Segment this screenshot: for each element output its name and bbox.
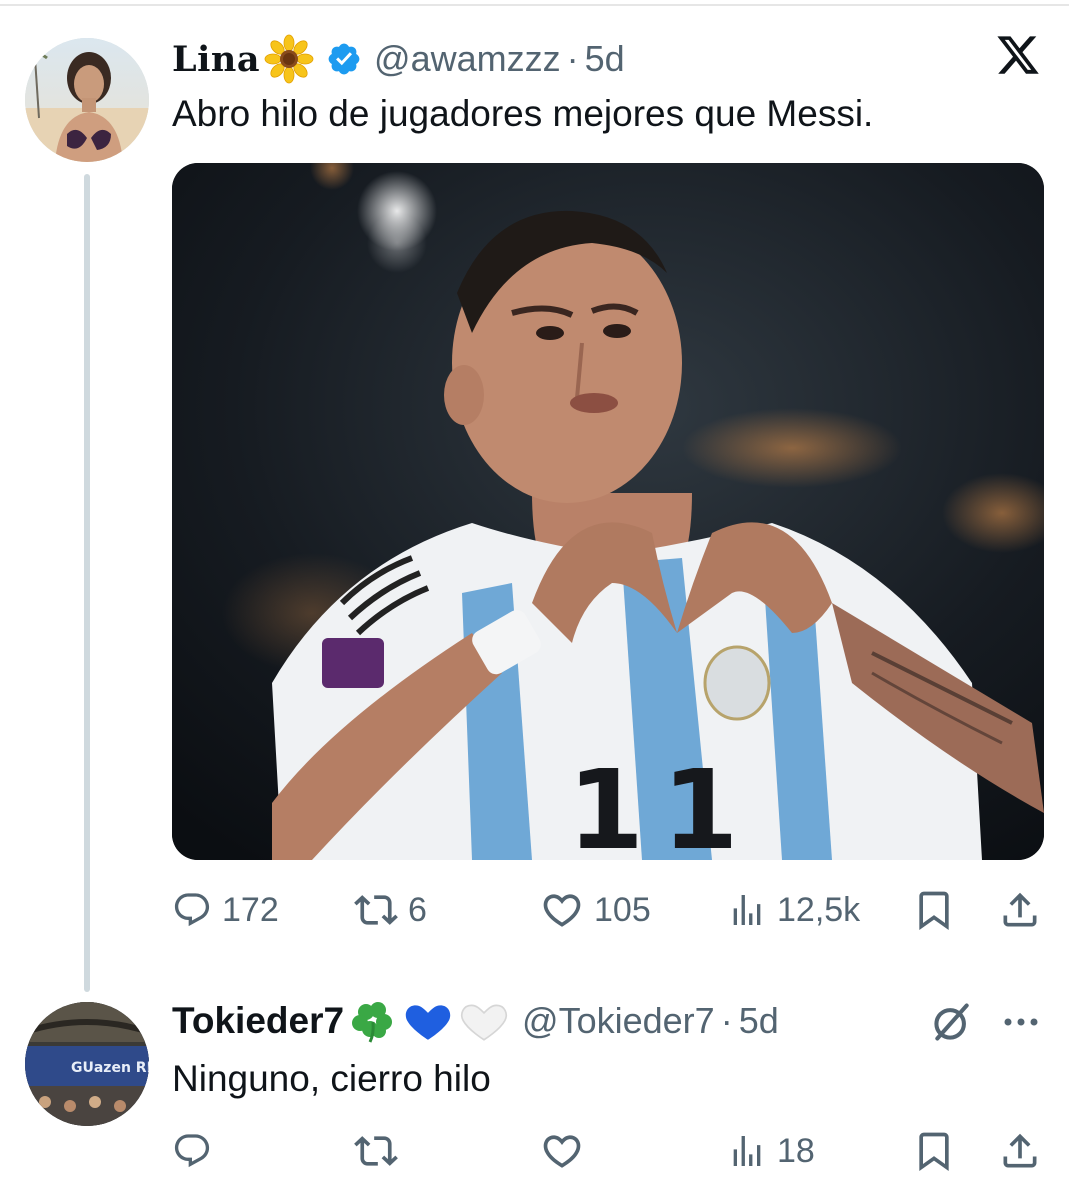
timestamp[interactable]: 5d	[585, 38, 625, 80]
retweet-count: 6	[408, 890, 427, 929]
verified-badge-icon	[326, 41, 362, 77]
retweet-button[interactable]: 6	[354, 880, 427, 940]
bookmark-icon	[919, 891, 949, 931]
retweet-icon	[354, 1136, 398, 1166]
tweet-header: Tokieder7 @Tokieder7 · 5d	[172, 996, 779, 1046]
separator-dot: ·	[720, 1000, 733, 1041]
tweet-photo[interactable]: 11	[172, 163, 1044, 860]
tweet-header: Lina @awamzzz · 5d	[172, 34, 625, 84]
reply-icon	[174, 893, 210, 927]
views-button[interactable]: 12,5k	[727, 880, 860, 940]
heart-icon	[543, 894, 581, 927]
heart-icon	[543, 1135, 581, 1168]
reply-icon	[174, 1134, 210, 1168]
views-count: 12,5k	[777, 890, 861, 929]
shamrock-icon	[348, 996, 398, 1046]
share-icon	[1003, 1133, 1037, 1168]
tweet-text: Abro hilo de jugadores mejores que Messi…	[172, 93, 874, 134]
like-button[interactable]: 105	[540, 880, 651, 940]
display-name[interactable]: Tokieder7	[172, 1000, 344, 1042]
share-icon	[1003, 892, 1037, 927]
jersey-number: 11	[567, 746, 756, 860]
share-button[interactable]	[998, 880, 1042, 940]
views-count: 18	[777, 1131, 815, 1170]
avatar-text: GUazen REAL	[71, 1060, 149, 1076]
white-heart-icon	[458, 996, 510, 1046]
sunflower-icon	[264, 34, 314, 84]
retweet-button[interactable]	[354, 1121, 398, 1181]
share-button[interactable]	[998, 1121, 1042, 1181]
display-name[interactable]: Lina	[172, 39, 260, 80]
separator-dot: ·	[566, 38, 579, 79]
reply-count: 172	[222, 890, 279, 929]
bookmark-button[interactable]	[912, 1121, 956, 1181]
avatar[interactable]: GUazen REAL	[25, 1002, 149, 1126]
more-icon[interactable]	[1000, 1010, 1042, 1034]
bookmark-button[interactable]	[912, 880, 956, 940]
views-icon	[733, 895, 761, 925]
views-icon	[733, 1136, 761, 1166]
avatar[interactable]	[25, 38, 149, 162]
tweet-actions: 172 6 105 12,5k	[172, 880, 1044, 940]
grok-icon[interactable]	[930, 1000, 974, 1044]
reply-button[interactable]	[172, 1121, 212, 1181]
bookmark-icon	[919, 1132, 949, 1172]
handle[interactable]: @Tokieder7	[522, 1000, 715, 1042]
like-count: 105	[594, 890, 651, 929]
reply-button[interactable]: 172	[172, 880, 279, 940]
blue-heart-icon	[402, 996, 454, 1046]
tweet-thread: Lina @awamzzz · 5d Abro hilo de jugadore…	[0, 0, 1069, 1200]
views-button[interactable]: 18	[727, 1121, 815, 1181]
x-logo-icon[interactable]	[995, 32, 1041, 78]
tweet-text: Ninguno, cierro hilo	[172, 1058, 491, 1099]
retweet-icon	[354, 895, 398, 925]
divider	[0, 4, 1069, 6]
tweet-actions: 18	[172, 1121, 1044, 1181]
thread-connector	[84, 174, 90, 992]
handle[interactable]: @awamzzz	[374, 38, 561, 80]
timestamp[interactable]: 5d	[739, 1000, 779, 1042]
like-button[interactable]	[540, 1121, 584, 1181]
